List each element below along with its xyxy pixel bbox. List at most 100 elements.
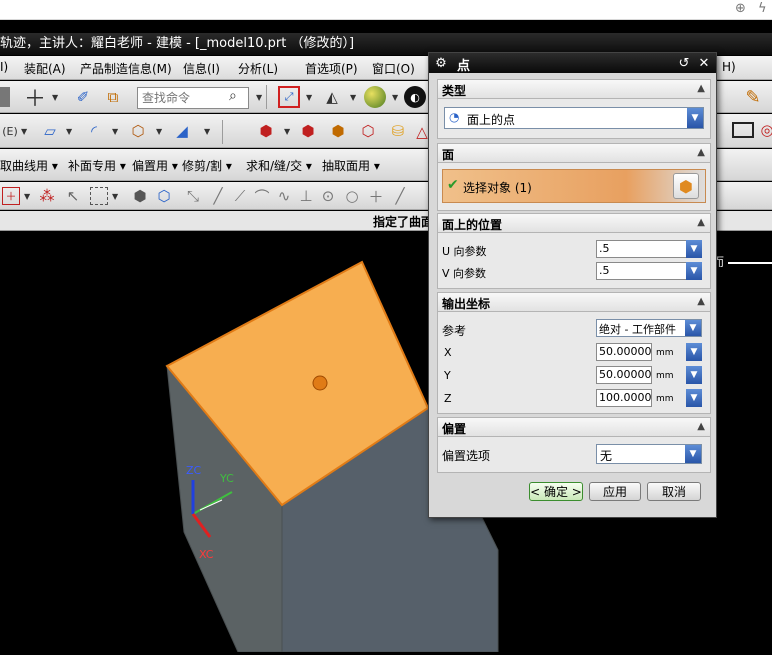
chevron-down-icon[interactable]: ▼ (284, 127, 290, 136)
chevron-down-icon[interactable]: ▼ (256, 93, 262, 102)
surface-icon[interactable]: ◜ (82, 120, 106, 142)
body-icon[interactable]: ⬢ (130, 186, 150, 206)
zoom-icon[interactable]: ⊕ (735, 1, 746, 16)
material-sphere-icon[interactable] (364, 86, 386, 108)
analysis-surface-icon[interactable]: ◢ (170, 120, 194, 142)
v-param-input[interactable]: .5 (596, 262, 688, 280)
snap-circle-icon[interactable]: ○ (342, 186, 362, 206)
chevron-up-icon[interactable]: ▲ (697, 147, 705, 158)
render-style-icon[interactable]: ◭ (320, 86, 344, 108)
menu-item-help[interactable]: H) (722, 60, 736, 74)
chevron-up-icon[interactable]: ▲ (697, 296, 705, 307)
toolbar-menu-curve[interactable]: 取曲线用 ▾ (0, 157, 58, 174)
menu-item-window[interactable]: 窗口(O) (372, 60, 415, 77)
toolbar-menu-unite[interactable]: 求和/缝/交 ▾ (246, 157, 312, 174)
type-select[interactable]: ◔ 面上的点 ▼ (444, 107, 704, 129)
feature-cube-icon[interactable]: ⬢ (296, 120, 320, 142)
snap-existing-point-icon[interactable]: ＋ (366, 186, 386, 206)
section-type-header[interactable]: 类型 ▲ (437, 79, 711, 99)
snap-line-icon[interactable]: ╱ (208, 186, 228, 206)
chevron-up-icon[interactable]: ▲ (697, 83, 705, 94)
chevron-down-icon[interactable]: ▼ (21, 127, 27, 136)
feature-cube-icon[interactable]: ⬢ (254, 120, 278, 142)
fit-view-icon[interactable]: ⤢ (278, 86, 300, 108)
menu-item-assembly[interactable]: 装配(A) (24, 60, 66, 77)
chevron-down-icon[interactable]: ▼ (24, 192, 30, 201)
gear-icon[interactable]: ⚙ (432, 54, 450, 72)
snap-center-icon[interactable]: ⊙ (318, 186, 338, 206)
chevron-down-icon[interactable]: ▼ (112, 192, 118, 201)
toolbar-partial-icon[interactable] (0, 87, 10, 107)
feature-cube-icon[interactable]: ⬡ (356, 120, 380, 142)
select-box-icon[interactable] (90, 187, 108, 205)
snap-point-icon[interactable]: ⁂ (36, 186, 58, 206)
section-offset-header[interactable]: 偏置 ▲ (437, 417, 711, 437)
reference-select[interactable]: 绝对 - 工作部件 ▼ (596, 319, 702, 337)
chevron-down-icon[interactable]: ▼ (306, 93, 312, 102)
lightning-icon[interactable]: ϟ (758, 1, 767, 16)
section-face-header[interactable]: 面 ▲ (437, 143, 711, 163)
snap-perpendicular-icon[interactable]: ⊥ (296, 186, 316, 206)
y-dropdown-icon[interactable]: ▼ (686, 366, 702, 384)
shading-icon[interactable]: ◐ (404, 86, 426, 108)
snap-endpoint-icon[interactable]: ⤡ (182, 186, 204, 206)
chevron-down-icon[interactable]: ▼ (392, 93, 398, 102)
snap-cross-icon[interactable]: ＋ (24, 86, 46, 112)
chevron-down-icon[interactable]: ▼ (685, 445, 701, 463)
z-dropdown-icon[interactable]: ▼ (686, 389, 702, 407)
cancel-button[interactable]: 取消 (647, 482, 701, 501)
face-select-row[interactable]: ✔ 选择对象 (1) ⬢ (442, 169, 706, 203)
menu-item-pmi[interactable]: 产品制造信息(M) (80, 60, 172, 77)
select-face-cube-icon[interactable]: ⬢ (673, 173, 699, 199)
rectangle-icon[interactable] (732, 122, 754, 138)
v-param-dropdown-icon[interactable]: ▼ (686, 262, 702, 280)
snap-polyline-icon[interactable]: ∿ (274, 186, 294, 206)
move-object-icon[interactable]: ✐ (72, 86, 94, 108)
u-param-dropdown-icon[interactable]: ▼ (686, 240, 702, 258)
section-output-header[interactable]: 输出坐标 ▲ (437, 292, 711, 312)
menu-item-preferences[interactable]: 首选项(P) (305, 60, 358, 77)
toolbar-partial-e[interactable]: (E) (0, 122, 20, 140)
chevron-down-icon[interactable]: ▼ (687, 108, 703, 128)
chevron-down-icon[interactable]: ▼ (204, 127, 210, 136)
u-param-input[interactable]: .5 (596, 240, 688, 258)
feature-cube-icon[interactable]: ⬢ (326, 120, 350, 142)
apply-button[interactable]: 应用 (589, 482, 641, 501)
point-marker[interactable] (312, 375, 328, 391)
select-arrow-icon[interactable]: ↖ (62, 186, 84, 206)
toolbar-menu-trim[interactable]: 修剪/割 ▾ (182, 157, 232, 174)
toolbar-menu-offset[interactable]: 偏置用 ▾ (132, 157, 178, 174)
toolbar-menu-extract[interactable]: 抽取面用 ▾ (322, 157, 380, 174)
search-icon[interactable]: ⌕ (229, 88, 237, 104)
menu-item-analysis[interactable]: 分析(L) (238, 60, 278, 77)
chevron-down-icon[interactable]: ▼ (350, 93, 356, 102)
z-input[interactable]: 100.00000 (596, 389, 652, 407)
chevron-down-icon[interactable]: ▼ (52, 93, 58, 102)
chevron-down-icon[interactable]: ▼ (112, 127, 118, 136)
cylinder-icon[interactable]: ⛁ (386, 120, 410, 142)
y-input[interactable]: 50.000000 (596, 366, 652, 384)
help-icon[interactable]: ✎ (740, 85, 766, 109)
layer-icon[interactable]: ⧉ (102, 86, 124, 108)
filter-icon[interactable]: ＋ (2, 187, 20, 205)
snap-arc-icon[interactable]: ⌒ (252, 186, 272, 206)
chevron-up-icon[interactable]: ▲ (697, 421, 705, 432)
section-position-header[interactable]: 面上的位置 ▲ (437, 213, 711, 233)
chevron-down-icon[interactable]: ▼ (685, 320, 701, 336)
menu-item-info[interactable]: 信息(I) (183, 60, 220, 77)
ok-button[interactable]: < 确定 > (529, 482, 583, 501)
chevron-up-icon[interactable]: ▲ (697, 217, 705, 228)
toolbar-menu-patch[interactable]: 补面专用 ▾ (68, 157, 126, 174)
close-icon[interactable]: ✕ (695, 54, 713, 72)
face-icon[interactable]: ⬡ (154, 186, 174, 206)
reset-icon[interactable]: ↺ (675, 54, 693, 72)
offset-option-select[interactable]: 无 ▼ (596, 444, 702, 464)
chevron-down-icon[interactable]: ▼ (156, 127, 162, 136)
rectangle-curve-icon[interactable]: ▱ (38, 120, 62, 142)
mesh-surface-icon[interactable]: ⬡ (126, 120, 150, 142)
snap-midpoint-icon[interactable]: ⟋ (230, 186, 250, 206)
menu-item-partial-left[interactable]: I) (0, 60, 8, 74)
dialog-title-bar[interactable]: ⚙ 点 ↺ ✕ (429, 53, 716, 74)
x-dropdown-icon[interactable]: ▼ (686, 343, 702, 361)
ring-icon[interactable]: ◎ (760, 120, 772, 140)
